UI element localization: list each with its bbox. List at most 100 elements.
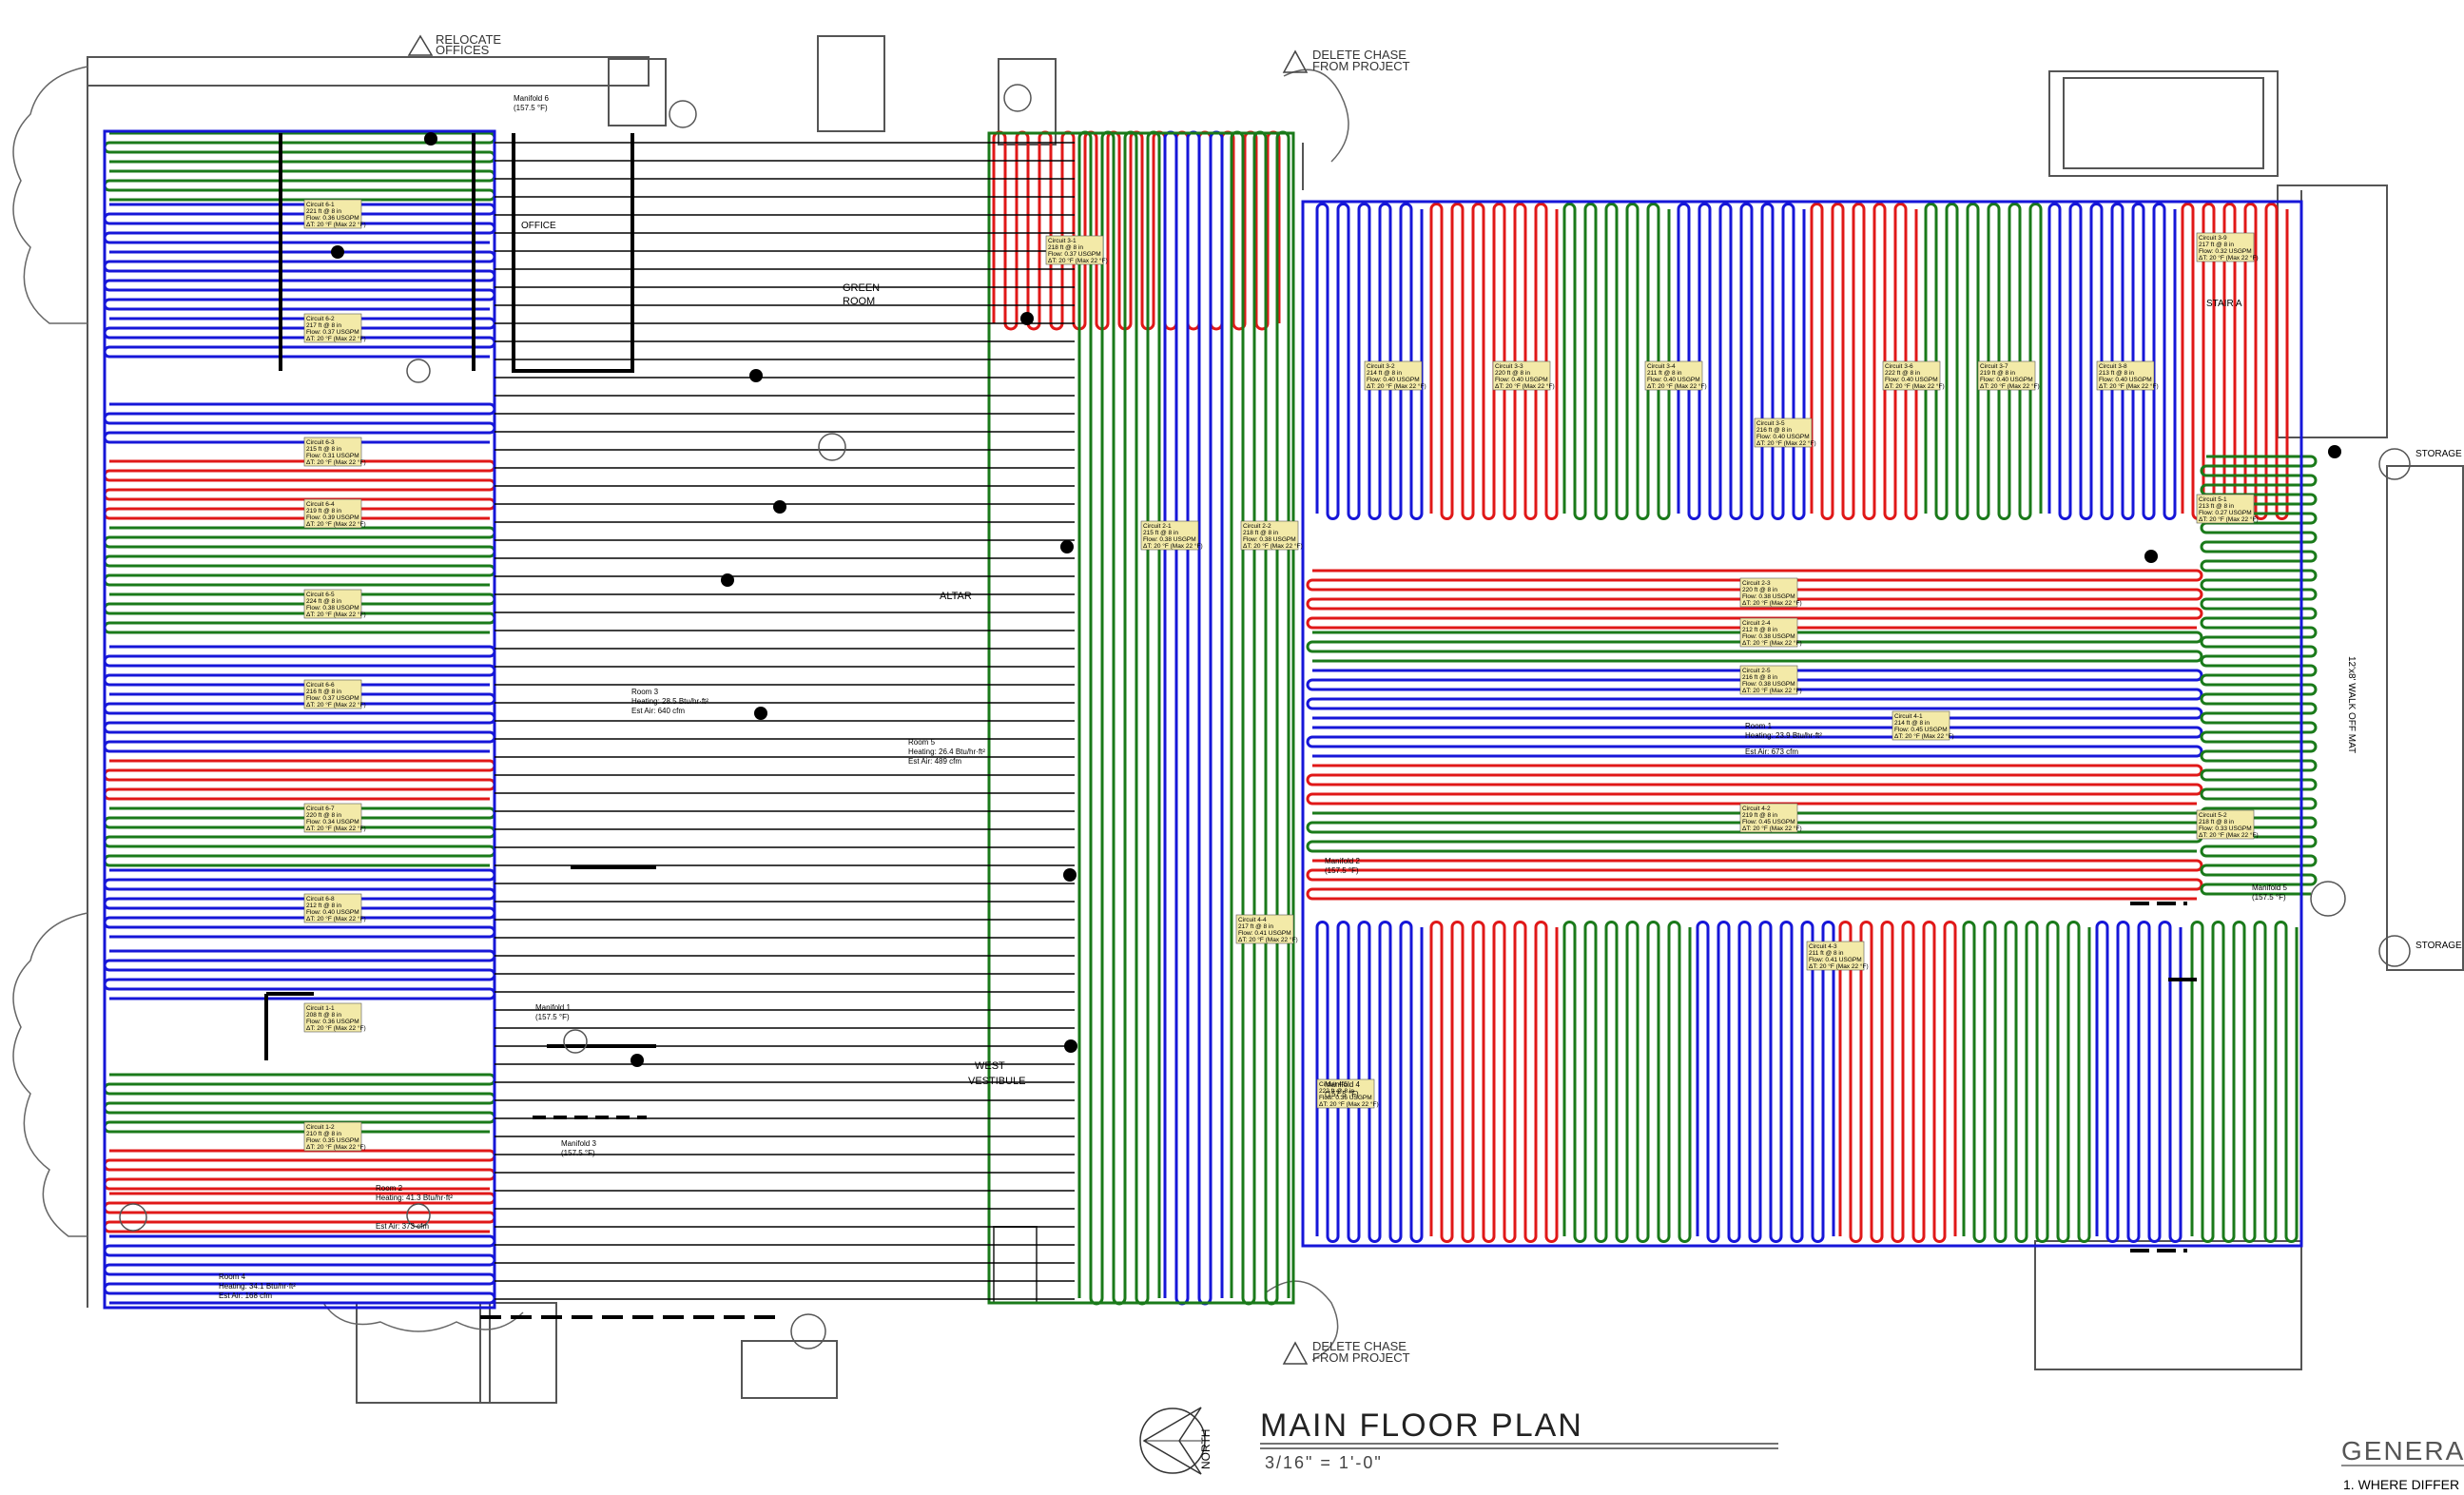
circuit-label-line: Circuit 3-3 xyxy=(1495,363,1523,370)
circuit-label-line: ΔT: 20 °F (Max 22 °F) xyxy=(306,915,366,922)
floor-plan-drawing: Circuit 6-1221 ft @ 8 inFlow: 0.36 USGPM… xyxy=(12,32,2464,1492)
circuit-label-line: Circuit 3-6 xyxy=(1885,363,1913,370)
circuit-label-line: Circuit 6-5 xyxy=(306,592,335,598)
manifold-3-temp: (157.5 °F) xyxy=(561,1149,595,1157)
circuit-label-line: 219 ft @ 8 in xyxy=(306,508,341,515)
drawing-scale: 3/16" = 1'-0" xyxy=(1265,1453,1383,1472)
circuit-label-line: Flow: 0.38 USGPM xyxy=(1742,633,1795,640)
room-office: OFFICE xyxy=(521,221,556,231)
circuit-label-line: Circuit 5-2 xyxy=(2199,812,2227,819)
svg-text:FROM PROJECT: FROM PROJECT xyxy=(1312,1350,1410,1365)
circuit-label-line: ΔT: 20 °F (Max 22 °F) xyxy=(1894,732,1954,740)
general-notes-heading: GENERAL xyxy=(2341,1436,2464,1466)
east-middle-4 xyxy=(1306,764,2203,806)
west-loop-8 xyxy=(103,592,496,634)
circuit-label-line: Circuit 3-7 xyxy=(1980,363,2008,370)
room-stair-a: STAIR A xyxy=(2206,299,2242,309)
room-load-1-air: Est Air: 673 cfm xyxy=(1745,748,1798,756)
circuit-label-line: Circuit 6-7 xyxy=(306,806,335,812)
west-loop-10 xyxy=(103,692,496,753)
circuit-label-line: Flow: 0.45 USGPM xyxy=(1894,727,1948,733)
room-load-5-name: Room 5 xyxy=(908,738,936,747)
manifold-4-name: Manifold 4 xyxy=(1325,1080,1360,1089)
circuit-label-circuit-3-2: Circuit 3-2214 ft @ 8 inFlow: 0.40 USGPM… xyxy=(1364,360,1426,391)
room-storage-top: STORAGE xyxy=(2415,449,2462,459)
room-load-4-name: Room 4 xyxy=(219,1272,246,1281)
note-delete-chase-bottom: DELETE CHASE FROM PROJECT xyxy=(1282,1339,1410,1365)
circuit-label-circuit-6-6: Circuit 6-6216 ft @ 8 inFlow: 0.37 USGPM… xyxy=(303,679,366,709)
circuit-label-circuit-4-3: Circuit 4-3211 ft @ 8 inFlow: 0.41 USGPM… xyxy=(1806,941,1869,971)
circuit-label-line: 218 ft @ 8 in xyxy=(2199,819,2234,825)
manifold-1-name: Manifold 1 xyxy=(535,1003,571,1012)
circuit-label-circuit-2-1: Circuit 2-1215 ft @ 8 inFlow: 0.38 USGPM… xyxy=(1140,520,1203,551)
circuit-label-line: Flow: 0.38 USGPM xyxy=(1243,536,1296,543)
room-load-2-heating: Heating: 41.3 Btu/hr·ft² xyxy=(376,1194,453,1202)
west-loop-14 xyxy=(103,949,496,1000)
circuit-label-line: Circuit 6-4 xyxy=(306,501,335,508)
west-loop-16 xyxy=(103,1149,496,1191)
circuit-label-line: ΔT: 20 °F (Max 22 °F) xyxy=(1742,639,1802,647)
circuit-label-line: Flow: 0.40 USGPM xyxy=(1495,377,1548,383)
circuit-label-line: Flow: 0.36 USGPM xyxy=(306,1019,359,1025)
east-lower-7 xyxy=(2190,921,2299,1243)
circuit-label-circuit-3-6: Circuit 3-6222 ft @ 8 inFlow: 0.40 USGPM… xyxy=(1882,360,1945,391)
circuit-label-circuit-3-4: Circuit 3-4211 ft @ 8 inFlow: 0.40 USGPM… xyxy=(1644,360,1707,391)
circuit-label-circuit-4-1: Circuit 4-1214 ft @ 8 inFlow: 0.45 USGPM… xyxy=(1892,710,1954,741)
circuit-label-line: Flow: 0.41 USGPM xyxy=(1238,930,1291,937)
circuit-label-line: ΔT: 20 °F (Max 22 °F) xyxy=(2199,831,2259,839)
circuit-label-circuit-6-3: Circuit 6-3215 ft @ 8 inFlow: 0.31 USGPM… xyxy=(303,437,366,467)
circuit-label-circuit-5-1: Circuit 5-1213 ft @ 8 inFlow: 0.27 USGPM… xyxy=(2196,494,2259,524)
east-middle-6 xyxy=(1306,859,2203,901)
circuit-label-circuit-3-8: Circuit 3-8213 ft @ 8 inFlow: 0.40 USGPM… xyxy=(2096,360,2159,391)
circuit-label-line: Circuit 4-4 xyxy=(1238,917,1267,923)
circuit-label-line: Circuit 2-5 xyxy=(1742,668,1771,674)
circuit-label-circuit-5-2: Circuit 5-2218 ft @ 8 inFlow: 0.33 USGPM… xyxy=(2196,809,2259,840)
room-load-3-heating: Heating: 28.5 Btu/hr·ft² xyxy=(631,697,708,706)
circuit-label-line: 220 ft @ 8 in xyxy=(306,812,341,819)
circuit-label-line: 217 ft @ 8 in xyxy=(306,322,341,329)
room-storage-bottom: STORAGE xyxy=(2415,941,2462,951)
circuit-label-line: Flow: 0.32 USGPM xyxy=(2199,248,2252,255)
room-load-3-air: Est Air: 640 cfm xyxy=(631,707,685,715)
circuit-label-line: Flow: 0.40 USGPM xyxy=(2099,377,2152,383)
manifold-1-tag: Manifold 1 (157.5 °F) xyxy=(535,1003,571,1021)
circuit-label-line: Flow: 0.27 USGPM xyxy=(2199,510,2252,516)
room-load-4: Room 4 Heating: 34.1 Btu/hr·ft² Est Air:… xyxy=(219,1272,296,1300)
circuit-label-line: 212 ft @ 8 in xyxy=(1742,627,1777,633)
east-lower-5 xyxy=(1962,921,2091,1243)
east-lower-1 xyxy=(1429,921,1559,1243)
circuit-label-line: 215 ft @ 8 in xyxy=(1143,530,1178,536)
circuit-label-line: Flow: 0.38 USGPM xyxy=(1742,593,1795,600)
circuit-label-line: Flow: 0.40 USGPM xyxy=(1367,377,1420,383)
circuit-label-line: ΔT: 20 °F (Max 22 °F) xyxy=(1742,599,1802,607)
circuit-label-line: ΔT: 20 °F (Max 22 °F) xyxy=(1756,439,1816,447)
drawing-title: MAIN FLOOR PLAN xyxy=(1260,1408,1583,1444)
west-loop-15 xyxy=(103,1073,496,1134)
circuit-label-line: 211 ft @ 8 in xyxy=(1647,370,1682,377)
circuit-label-line: ΔT: 20 °F (Max 22 °F) xyxy=(306,1024,366,1032)
west-loop-2 xyxy=(103,203,496,244)
manifold-2-tag: Manifold 2 (157.5 °F) xyxy=(1325,857,1360,875)
circuit-label-line: ΔT: 20 °F (Max 22 °F) xyxy=(306,825,366,832)
circuit-label-circuit-1-2: Circuit 1-2210 ft @ 8 inFlow: 0.35 USGPM… xyxy=(303,1121,366,1152)
room-load-5-air: Est Air: 489 cfm xyxy=(908,757,961,766)
room-green-line1: GREEN xyxy=(843,282,880,294)
manifold-3-name: Manifold 3 xyxy=(561,1139,596,1148)
circuit-label-line: Flow: 0.40 USGPM xyxy=(1885,377,1938,383)
room-load-5-heating: Heating: 26.4 Btu/hr·ft² xyxy=(908,748,985,756)
circuit-label-circuit-3-1: Circuit 3-1218 ft @ 8 inFlow: 0.37 USGPM… xyxy=(1045,235,1108,265)
circuit-label-circuit-6-2: Circuit 6-2217 ft @ 8 inFlow: 0.37 USGPM… xyxy=(303,313,366,343)
circuit-label-line: 210 ft @ 8 in xyxy=(306,1131,341,1137)
west-loop-13 xyxy=(103,868,496,939)
circuit-label-line: ΔT: 20 °F (Max 22 °F) xyxy=(2099,382,2159,390)
manifold-5-temp: (157.5 °F) xyxy=(2252,893,2286,902)
circuit-label-line: 208 ft @ 8 in xyxy=(306,1012,341,1019)
circuit-label-line: Circuit 3-5 xyxy=(1756,420,1785,427)
circuit-label-line: Flow: 0.35 USGPM xyxy=(306,1137,359,1144)
circuit-label-line: ΔT: 20 °F (Max 22 °F) xyxy=(306,1143,366,1151)
circuit-label-line: ΔT: 20 °F (Max 22 °F) xyxy=(1243,542,1303,550)
west-loop-18 xyxy=(103,1234,496,1305)
room-load-3: Room 3 Heating: 28.5 Btu/hr·ft² Est Air:… xyxy=(631,688,708,715)
circuit-label-line: 214 ft @ 8 in xyxy=(1894,720,1930,727)
room-west-line2: VESTIBULE xyxy=(968,1076,1026,1087)
